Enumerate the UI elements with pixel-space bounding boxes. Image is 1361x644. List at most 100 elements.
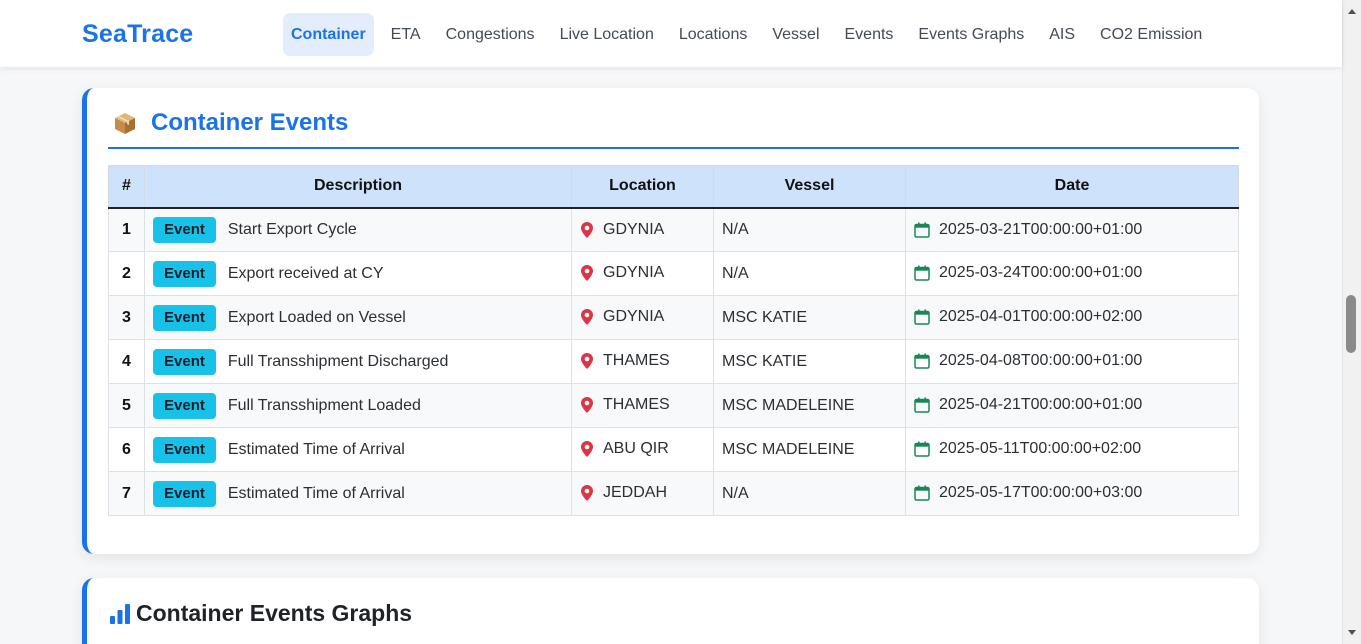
- event-description: Export Loaded on Vessel: [227, 308, 406, 326]
- cell-vessel: N/A: [713, 471, 906, 516]
- location-text: JEDDAH: [603, 484, 668, 502]
- column-header-description: Description: [144, 165, 572, 209]
- event-badge: Event: [153, 260, 216, 287]
- cell-date: 2025-05-11T00:00:00+02:00: [905, 427, 1239, 472]
- page-scrollbar[interactable]: [1342, 0, 1361, 644]
- nav-item-container[interactable]: Container: [283, 13, 374, 56]
- map-pin-icon: [581, 441, 593, 458]
- event-description: Full Transshipment Discharged: [227, 352, 449, 370]
- cell-location: JEDDAH: [571, 471, 714, 516]
- scroll-up-arrow-icon[interactable]: [1348, 9, 1356, 14]
- nav-item-live-location[interactable]: Live Location: [552, 13, 662, 56]
- table-row[interactable]: 4 Event Full Transshipment Discharged THAME…: [108, 339, 1239, 384]
- container-events-title-text: Container Events: [151, 109, 349, 136]
- calendar-icon: [914, 441, 930, 458]
- cell-date: 2025-05-17T00:00:00+03:00: [905, 471, 1239, 516]
- container-events-title: Container Events: [113, 109, 348, 137]
- calendar-icon: [914, 397, 930, 414]
- cell-location: ABU QIR: [571, 427, 714, 472]
- map-pin-icon: [581, 265, 593, 282]
- cell-description: Event Start Export Cycle: [144, 207, 572, 252]
- event-description: Estimated Time of Arrival: [227, 440, 405, 458]
- calendar-icon: [914, 265, 930, 282]
- map-pin-icon: [581, 485, 593, 502]
- cell-vessel: MSC MADELEINE: [713, 427, 906, 472]
- event-badge: Event: [153, 348, 216, 375]
- nav-item-vessel[interactable]: Vessel: [764, 13, 827, 56]
- date-text: 2025-03-21T00:00:00+01:00: [939, 220, 1143, 238]
- nav-item-eta[interactable]: ETA: [383, 13, 429, 56]
- location-text: ABU QIR: [603, 440, 669, 458]
- cell-date: 2025-04-21T00:00:00+01:00: [905, 383, 1239, 428]
- nav-item-congestions[interactable]: Congestions: [438, 13, 543, 56]
- events-table: # Description Location Vessel Date 1 Even…: [108, 165, 1239, 516]
- brand-logo[interactable]: SeaTrace: [82, 20, 193, 49]
- calendar-icon: [914, 485, 930, 502]
- event-badge: Event: [153, 392, 216, 419]
- cell-number: 2: [108, 251, 145, 296]
- cell-description: Event Estimated Time of Arrival: [144, 427, 572, 472]
- title-divider: [108, 147, 1239, 149]
- calendar-icon: [914, 353, 930, 370]
- location-text: GDYNIA: [603, 308, 665, 326]
- calendar-icon: [914, 309, 930, 326]
- location-text: THAMES: [603, 352, 670, 370]
- cell-number: 3: [108, 295, 145, 340]
- column-header-date: Date: [905, 165, 1239, 209]
- table-row[interactable]: 6 Event Estimated Time of Arrival ABU QIR MS…: [108, 427, 1239, 472]
- nav-item-ais[interactable]: AIS: [1041, 13, 1083, 56]
- table-row[interactable]: 5 Event Full Transshipment Loaded THAMES MSC…: [108, 383, 1239, 428]
- table-header-row: # Description Location Vessel Date: [108, 165, 1239, 209]
- date-text: 2025-03-24T00:00:00+01:00: [939, 264, 1143, 282]
- top-navbar: SeaTrace Container ETA Congestions Live …: [0, 0, 1342, 67]
- location-text: THAMES: [603, 396, 670, 414]
- event-description: Full Transshipment Loaded: [227, 396, 421, 414]
- nav-item-events[interactable]: Events: [837, 13, 902, 56]
- nav-item-events-graphs[interactable]: Events Graphs: [910, 13, 1032, 56]
- cell-date: 2025-04-08T00:00:00+01:00: [905, 339, 1239, 384]
- table-row[interactable]: 2 Event Export received at CY GDYNIA N/A 2025…: [108, 251, 1239, 296]
- event-description: Estimated Time of Arrival: [227, 484, 405, 502]
- date-text: 2025-04-01T00:00:00+02:00: [939, 308, 1143, 326]
- column-header-location: Location: [571, 165, 714, 209]
- bar-chart-icon: [110, 603, 130, 624]
- cell-vessel: N/A: [713, 207, 906, 252]
- cell-date: 2025-04-01T00:00:00+02:00: [905, 295, 1239, 340]
- event-description: Export received at CY: [227, 264, 384, 282]
- cell-date: 2025-03-21T00:00:00+01:00: [905, 207, 1239, 252]
- date-text: 2025-05-11T00:00:00+02:00: [939, 440, 1142, 458]
- map-pin-icon: [581, 397, 593, 414]
- table-row[interactable]: 7 Event Estimated Time of Arrival JEDDAH N/A…: [108, 471, 1239, 516]
- event-badge: Event: [153, 216, 216, 243]
- date-text: 2025-04-21T00:00:00+01:00: [939, 396, 1143, 414]
- cell-location: GDYNIA: [571, 207, 714, 252]
- table-row[interactable]: 3 Event Export Loaded on Vessel GDYNIA MSC K…: [108, 295, 1239, 340]
- cell-vessel: MSC MADELEINE: [713, 383, 906, 428]
- table-row[interactable]: 1 Event Start Export Cycle GDYNIA N/A 2025-03…: [108, 207, 1239, 252]
- cell-location: THAMES: [571, 339, 714, 384]
- cell-description: Event Estimated Time of Arrival: [144, 471, 572, 516]
- event-description: Start Export Cycle: [227, 220, 357, 238]
- event-badge: Event: [153, 480, 216, 507]
- location-text: GDYNIA: [603, 220, 665, 238]
- location-text: GDYNIA: [603, 264, 665, 282]
- cell-number: 4: [108, 339, 145, 384]
- container-events-graphs-card: Container Events Graphs: [82, 578, 1259, 644]
- scroll-thumb[interactable]: [1346, 295, 1356, 353]
- map-pin-icon: [581, 221, 593, 238]
- cell-location: THAMES: [571, 383, 714, 428]
- cell-location: GDYNIA: [571, 251, 714, 296]
- nav-item-locations[interactable]: Locations: [671, 13, 756, 56]
- container-events-graphs-title-text: Container Events Graphs: [136, 600, 413, 626]
- scroll-down-arrow-icon[interactable]: [1348, 630, 1356, 635]
- cell-description: Event Full Transshipment Discharged: [144, 339, 572, 384]
- cell-location: GDYNIA: [571, 295, 714, 340]
- cell-number: 1: [108, 207, 145, 252]
- nav-links: Container ETA Congestions Live Location …: [283, 13, 1219, 56]
- cell-number: 7: [108, 471, 145, 516]
- date-text: 2025-05-17T00:00:00+03:00: [939, 484, 1143, 502]
- column-header-vessel: Vessel: [713, 165, 906, 209]
- date-text: 2025-04-08T00:00:00+01:00: [939, 352, 1143, 370]
- cell-description: Event Export Loaded on Vessel: [144, 295, 572, 340]
- nav-item-co2-emission[interactable]: CO2 Emission: [1092, 13, 1210, 56]
